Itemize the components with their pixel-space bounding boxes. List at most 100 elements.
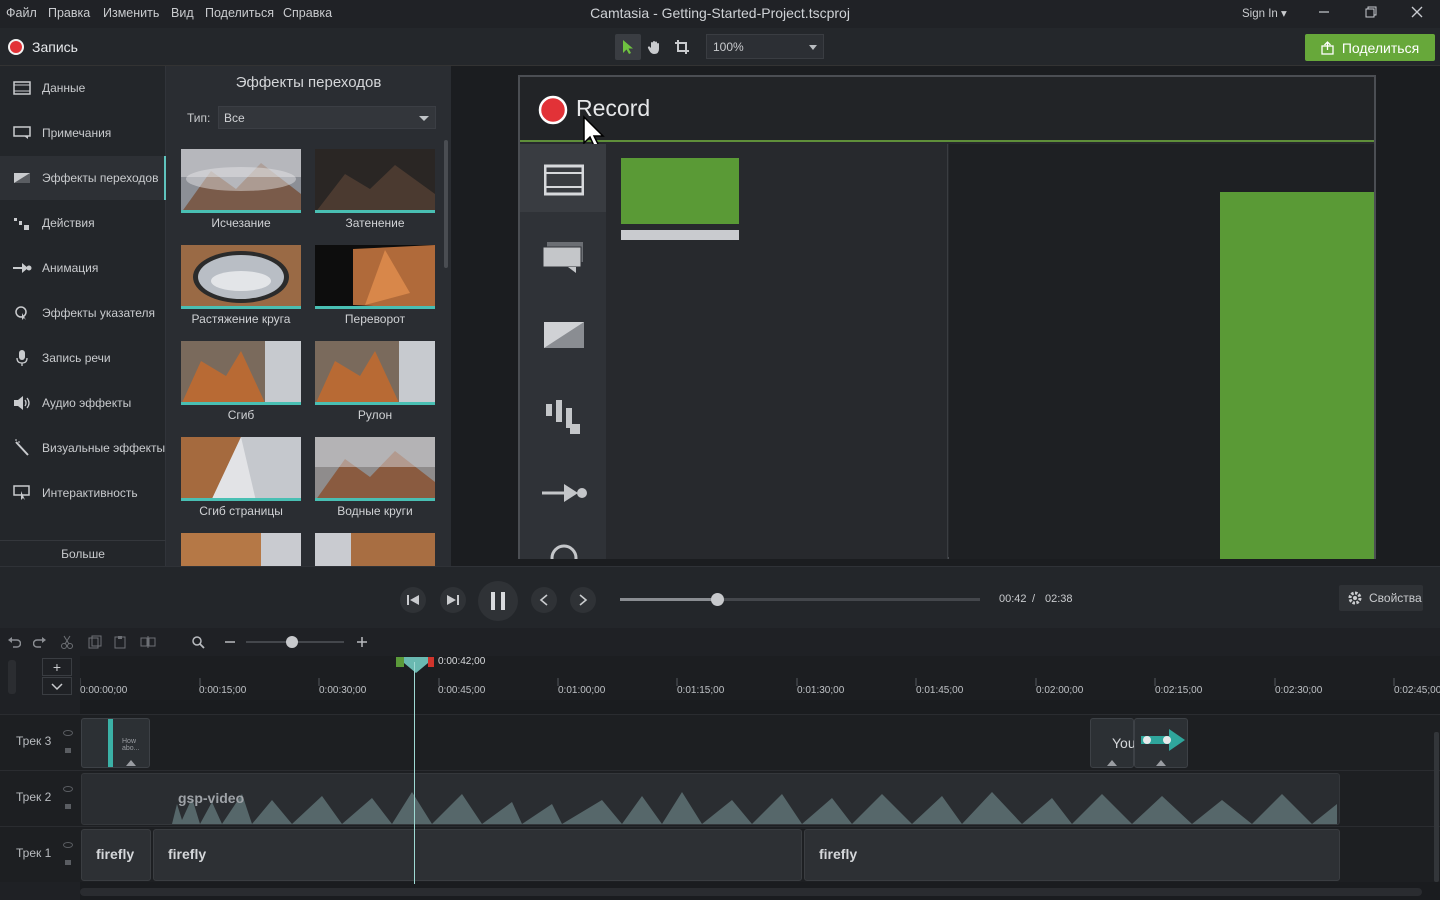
cut-button[interactable]	[59, 634, 75, 650]
track-name[interactable]: Трек 2	[16, 790, 51, 804]
properties-button[interactable]: Свойства	[1339, 585, 1423, 611]
paste-button[interactable]	[112, 634, 128, 650]
sidebar-item-label: Действия	[42, 216, 95, 230]
interactivity-icon	[12, 484, 32, 502]
split-button[interactable]	[140, 634, 156, 650]
zoom-in-button[interactable]	[354, 634, 370, 650]
playback-scrubber[interactable]	[620, 593, 980, 606]
select-tool-button[interactable]	[615, 34, 641, 60]
menu-file[interactable]: Файл	[6, 6, 37, 20]
next-marker-button[interactable]	[570, 587, 596, 613]
video-clip[interactable]: gsp-video	[81, 773, 1340, 825]
sidebar-item-transitions[interactable]: Эффекты переходов	[0, 156, 166, 200]
sidebar-item-annotations[interactable]: Примечания	[0, 111, 166, 155]
undo-button[interactable]	[6, 634, 22, 650]
transition-fade-through-black[interactable]: Затенение	[315, 149, 435, 235]
record-icon	[8, 39, 24, 55]
transition-thumbnail	[315, 149, 435, 213]
step-forward-button[interactable]	[440, 587, 466, 613]
pan-tool-button[interactable]	[642, 34, 668, 60]
redo-button[interactable]	[32, 634, 48, 650]
transition-roll[interactable]: Рулон	[315, 341, 435, 427]
transition-item-partial[interactable]	[315, 533, 435, 566]
playhead-handle[interactable]	[396, 657, 436, 673]
crop-tool-button[interactable]	[669, 34, 695, 60]
more-button[interactable]: Больше	[0, 540, 166, 566]
pause-icon	[491, 592, 505, 610]
type-filter-dropdown[interactable]: Все	[218, 106, 436, 129]
eye-icon[interactable]	[63, 784, 73, 814]
canvas-header: Record	[520, 77, 1374, 150]
zoom-out-button[interactable]	[222, 634, 238, 650]
chevron-down-icon: ▾	[1281, 8, 1287, 20]
behaviors-icon	[12, 214, 32, 232]
media-label-bar	[621, 230, 739, 240]
sidebar-item-voice-narration[interactable]: Запись речи	[0, 336, 166, 380]
collapse-tracks-button[interactable]	[42, 677, 72, 695]
eye-icon[interactable]	[63, 728, 73, 758]
magnetic-toggle[interactable]	[8, 660, 16, 694]
audio-clip[interactable]: firefly	[153, 829, 802, 881]
redo-icon	[33, 637, 46, 648]
close-button[interactable]	[1405, 4, 1429, 24]
sign-in-button[interactable]: Sign In ▾	[1242, 6, 1287, 20]
step-back-button[interactable]	[400, 587, 426, 613]
callout-clip[interactable]: You	[1090, 718, 1136, 768]
clip-handle-icon	[1156, 760, 1166, 766]
menu-help[interactable]: Справка	[283, 6, 332, 20]
callout-clip[interactable]: How abo...	[81, 718, 150, 768]
preview-canvas[interactable]: Record	[518, 75, 1376, 559]
canvas-side-rail	[520, 144, 606, 559]
eye-icon[interactable]	[63, 840, 73, 870]
menu-edit[interactable]: Правка	[48, 6, 90, 20]
transition-fold[interactable]: Сгиб	[181, 341, 301, 427]
restore-button[interactable]	[1359, 4, 1383, 24]
sidebar-item-visual-effects[interactable]: Визуальные эффекты	[0, 426, 166, 470]
timeline-ruler[interactable]: 0:00:00;00 0:00:15;00 0:00:30;00 0:00:45…	[80, 656, 1440, 700]
ruler-tick-label: 0:02:45;00	[1394, 685, 1440, 696]
transition-page-curl[interactable]: Сгиб страницы	[181, 437, 301, 523]
transition-circle-stretch[interactable]: Растяжение круга	[181, 245, 301, 331]
panel-title: Эффекты переходов	[235, 74, 382, 91]
sidebar-item-audio-effects[interactable]: Аудио эффекты	[0, 381, 166, 425]
ruler-tick-label: 0:00:30;00	[319, 685, 367, 696]
clip-label: firefly	[168, 846, 207, 862]
record-button[interactable]: Запись	[8, 37, 78, 57]
minimize-button[interactable]	[1312, 4, 1336, 24]
audio-clip[interactable]: firefly	[81, 829, 151, 881]
canvas-preview-area	[949, 144, 1374, 559]
timeline-vertical-scrollbar[interactable]	[1434, 732, 1439, 882]
copy-button[interactable]	[87, 634, 103, 650]
transition-item-partial[interactable]	[181, 533, 301, 566]
timeline-zoom-slider[interactable]	[246, 636, 344, 648]
scrubber-knob[interactable]	[711, 593, 725, 606]
menu-share[interactable]: Поделиться	[205, 6, 274, 20]
panel-scrollbar[interactable]	[444, 140, 448, 268]
menu-view[interactable]: Вид	[171, 6, 194, 20]
menu-modify[interactable]: Изменить	[103, 6, 159, 20]
playhead-marker-icon	[404, 657, 428, 673]
add-track-button[interactable]: +	[42, 658, 72, 676]
animation-clip[interactable]	[1134, 718, 1188, 768]
sidebar-item-interactivity[interactable]: Интерактивность	[0, 471, 166, 515]
chevron-left-icon	[539, 594, 548, 606]
share-button[interactable]: Поделиться	[1305, 34, 1435, 61]
transition-ripple[interactable]: Водные круги	[315, 437, 435, 523]
sidebar-item-behaviors[interactable]: Действия	[0, 201, 166, 245]
zoom-to-fit-button[interactable]	[190, 634, 206, 650]
pause-button[interactable]	[478, 581, 518, 621]
playback-bar: 00:42 / 02:38 Свойства	[0, 566, 1440, 628]
zoom-slider-knob[interactable]	[286, 636, 298, 648]
sidebar-item-cursor-effects[interactable]: Эффекты указателя	[0, 291, 166, 335]
timeline-scrollbar[interactable]	[80, 888, 1422, 896]
track-name[interactable]: Трек 3	[16, 734, 51, 748]
sidebar-item-media[interactable]: Данные	[0, 66, 166, 110]
audio-clip[interactable]: firefly	[804, 829, 1340, 881]
previous-marker-button[interactable]	[531, 587, 557, 613]
sidebar-item-animation[interactable]: Анимация	[0, 246, 166, 290]
transition-fade[interactable]: Исчезание	[181, 149, 301, 235]
transition-flip[interactable]: Переворот	[315, 245, 435, 331]
track-name[interactable]: Трек 1	[16, 846, 51, 860]
search-icon	[192, 636, 205, 649]
zoom-dropdown[interactable]: 100%	[706, 34, 824, 59]
